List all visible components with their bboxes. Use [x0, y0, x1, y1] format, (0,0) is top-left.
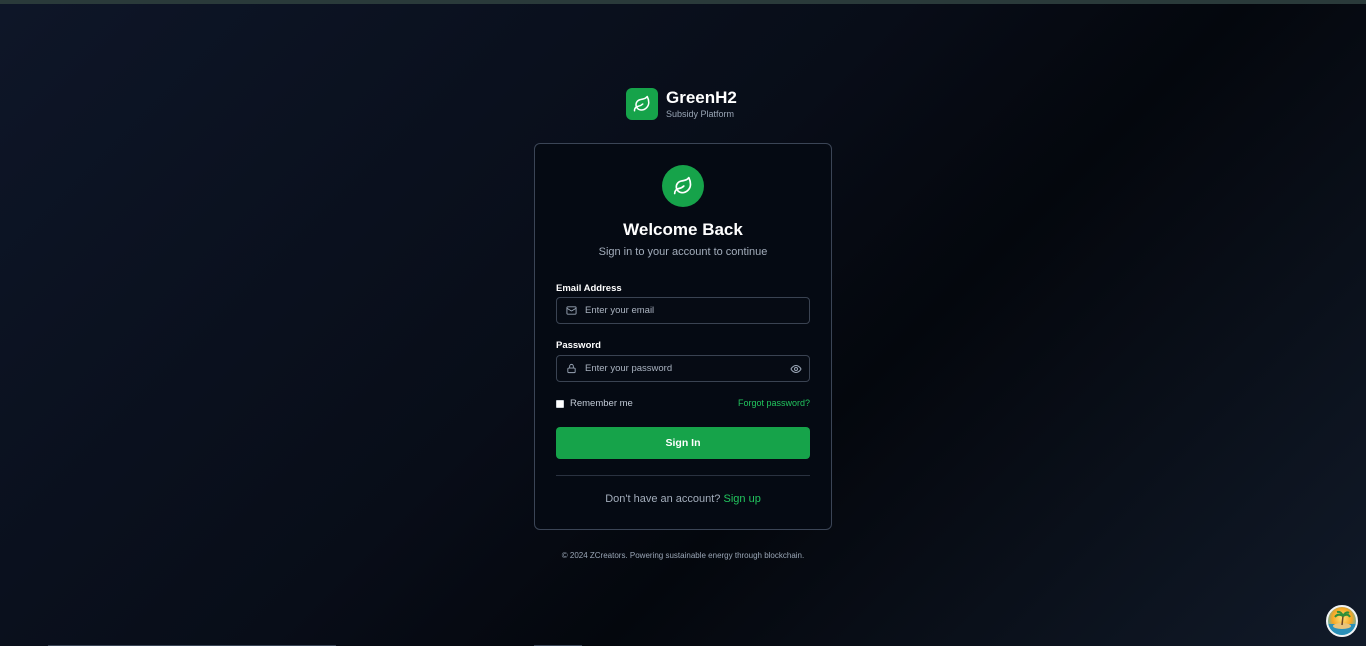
password-field[interactable] [556, 355, 810, 382]
page-title: Welcome Back [623, 220, 743, 239]
email-label: Email Address [556, 283, 622, 294]
lock-icon [565, 363, 577, 375]
divider [556, 475, 810, 476]
leaf-icon [626, 88, 658, 120]
remember-label: Remember me [570, 398, 633, 409]
remember-checkbox[interactable] [556, 399, 564, 408]
top-border [0, 0, 1366, 4]
island-icon [1328, 610, 1356, 635]
login-card: Welcome Back Sign in to your account to … [534, 143, 832, 530]
page-subtitle: Sign in to your account to continue [598, 246, 768, 258]
signup-prompt: Don't have an account? [605, 493, 721, 505]
brand-tagline: Subsidy Platform [666, 109, 735, 119]
floating-assistant-avatar[interactable] [1326, 605, 1358, 637]
brand-name: GreenH2 [666, 88, 737, 107]
password-input[interactable] [585, 363, 775, 374]
remember-me[interactable]: Remember me [556, 398, 633, 409]
mail-icon [565, 305, 577, 317]
sign-in-button[interactable]: Sign In [556, 427, 810, 459]
signup-link[interactable]: Sign up [724, 493, 761, 505]
email-field[interactable] [556, 297, 810, 324]
email-input[interactable] [585, 305, 775, 316]
signup-row: Don't have an account? Sign up [535, 493, 831, 505]
eye-icon[interactable] [790, 363, 802, 375]
leaf-icon [662, 165, 704, 207]
brand-header: GreenH2 Subsidy Platform [626, 88, 737, 120]
forgot-password-link[interactable]: Forgot password? [738, 398, 810, 408]
footer-copyright: © 2024 ZCreators. Powering sustainable e… [561, 551, 805, 560]
password-label: Password [556, 340, 601, 351]
